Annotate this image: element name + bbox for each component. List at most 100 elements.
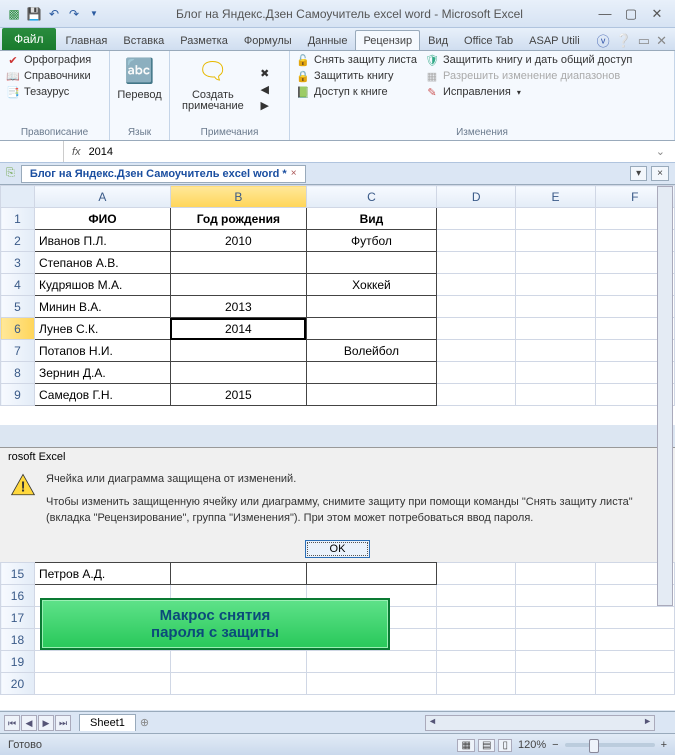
zoom-value[interactable]: 120% xyxy=(518,739,546,751)
vertical-scrollbar[interactable] xyxy=(657,186,673,606)
cell[interactable] xyxy=(437,362,516,384)
cell[interactable] xyxy=(306,384,436,406)
minimize-icon[interactable]: — xyxy=(597,6,613,22)
cell[interactable] xyxy=(437,629,516,651)
cell[interactable]: 2014 xyxy=(170,318,306,340)
tab-officetab[interactable]: Office Tab xyxy=(456,30,521,50)
share-workbook-button[interactable]: 📗Доступ к книге xyxy=(296,85,417,99)
row-header[interactable]: 19 xyxy=(1,651,35,673)
ribbon-min-icon[interactable]: ⓥ xyxy=(597,31,610,50)
cell[interactable] xyxy=(595,673,674,695)
doc-strip-close-icon[interactable]: × xyxy=(651,166,669,181)
thesaurus-button[interactable]: 📑Тезаурус xyxy=(6,85,103,99)
doc-tab-close-icon[interactable]: × xyxy=(291,168,297,179)
cell[interactable] xyxy=(516,629,595,651)
cell[interactable]: 2010 xyxy=(170,230,306,252)
doc-tab-nav-icon[interactable]: ⎘ xyxy=(6,167,15,180)
cell[interactable] xyxy=(516,585,595,607)
tab-formulas[interactable]: Формулы xyxy=(236,30,300,50)
cell[interactable]: Зернин Д.А. xyxy=(34,362,170,384)
cell[interactable] xyxy=(170,563,306,585)
cell[interactable] xyxy=(170,362,306,384)
doc-strip-menu-icon[interactable]: ▾ xyxy=(630,166,647,181)
cell[interactable] xyxy=(306,362,436,384)
horizontal-scrollbar[interactable] xyxy=(425,715,655,731)
cell[interactable] xyxy=(437,252,516,274)
cell[interactable] xyxy=(595,651,674,673)
cell[interactable] xyxy=(437,384,516,406)
formula-expand-icon[interactable]: ⌄ xyxy=(650,145,671,158)
row-header[interactable]: 2 xyxy=(1,230,35,252)
column-header[interactable]: E xyxy=(516,186,595,208)
redo-icon[interactable]: ↷ xyxy=(66,6,82,22)
cell[interactable] xyxy=(437,651,516,673)
row-header[interactable]: 9 xyxy=(1,384,35,406)
cell[interactable] xyxy=(516,563,595,585)
sheet-nav-first-icon[interactable]: ⏮ xyxy=(4,715,20,731)
cell[interactable] xyxy=(516,651,595,673)
translate-button[interactable]: 🔤 Перевод xyxy=(116,53,163,103)
sheet-tab[interactable]: Sheet1 xyxy=(79,714,136,731)
cell[interactable]: Самедов Г.Н. xyxy=(34,384,170,406)
cell[interactable] xyxy=(516,296,595,318)
cell[interactable] xyxy=(437,563,516,585)
cell[interactable]: Волейбол xyxy=(306,340,436,362)
cell[interactable] xyxy=(306,563,436,585)
protect-workbook-button[interactable]: 🔒Защитить книгу xyxy=(296,69,417,83)
cell[interactable] xyxy=(437,274,516,296)
cell[interactable] xyxy=(516,274,595,296)
row-header[interactable]: 3 xyxy=(1,252,35,274)
cell[interactable] xyxy=(306,296,436,318)
row-header[interactable]: 5 xyxy=(1,296,35,318)
cell[interactable]: Иванов П.Л. xyxy=(34,230,170,252)
macro-shape[interactable]: Макрос снятия пароля с защиты xyxy=(40,598,390,650)
cell[interactable]: Кудряшов М.А. xyxy=(34,274,170,296)
sheet-nav-prev-icon[interactable]: ◀ xyxy=(21,715,37,731)
cell[interactable] xyxy=(437,318,516,340)
fx-icon[interactable]: fx xyxy=(64,146,89,158)
ok-button[interactable]: OK xyxy=(305,540,371,558)
row-header[interactable]: 15 xyxy=(1,563,35,585)
cell[interactable]: Потапов Н.И. xyxy=(34,340,170,362)
spreadsheet-grid-lower[interactable]: 15Петров А.Д.1617181920 Макрос снятия па… xyxy=(0,562,675,710)
row-header[interactable]: 6 xyxy=(1,318,35,340)
cell[interactable] xyxy=(516,384,595,406)
cell[interactable] xyxy=(516,673,595,695)
select-all-corner[interactable] xyxy=(1,186,35,208)
track-changes-button[interactable]: ✎Исправления▾ xyxy=(425,85,632,99)
new-sheet-icon[interactable]: ⊕ xyxy=(140,716,149,729)
column-header[interactable]: A xyxy=(34,186,170,208)
zoom-slider[interactable] xyxy=(565,743,655,747)
cell[interactable] xyxy=(170,252,306,274)
name-box[interactable] xyxy=(4,141,64,162)
cell[interactable] xyxy=(34,673,170,695)
cell[interactable] xyxy=(516,340,595,362)
cell[interactable] xyxy=(437,607,516,629)
row-header[interactable]: 17 xyxy=(1,607,35,629)
maximize-icon[interactable]: ▢ xyxy=(623,6,639,22)
cell[interactable] xyxy=(516,208,595,230)
view-layout-icon[interactable]: ▤ xyxy=(478,739,495,752)
tab-asap[interactable]: ASAP Utili xyxy=(521,30,588,50)
document-tab[interactable]: Блог на Яндекс.Дзен Самоучитель excel wo… xyxy=(21,165,306,183)
protect-share-button[interactable]: 🛡Защитить книгу и дать общий доступ xyxy=(425,53,632,67)
cell[interactable] xyxy=(437,673,516,695)
row-header[interactable]: 16 xyxy=(1,585,35,607)
save-icon[interactable]: 💾 xyxy=(26,6,42,22)
column-header[interactable]: C xyxy=(306,186,436,208)
row-header[interactable]: 4 xyxy=(1,274,35,296)
row-header[interactable]: 20 xyxy=(1,673,35,695)
row-header[interactable]: 18 xyxy=(1,629,35,651)
cell[interactable] xyxy=(437,585,516,607)
cell[interactable]: Вид xyxy=(306,208,436,230)
tab-file[interactable]: Файл xyxy=(2,28,56,50)
row-header[interactable]: 1 xyxy=(1,208,35,230)
tab-review[interactable]: Рецензир xyxy=(355,30,420,50)
column-header[interactable]: D xyxy=(437,186,516,208)
zoom-out-icon[interactable]: − xyxy=(552,739,558,751)
spreadsheet-grid[interactable]: ABCDEF1ФИОГод рожденияВид2Иванов П.Л.201… xyxy=(0,185,675,425)
new-comment-button[interactable]: 🗨 Создать примечание xyxy=(176,53,250,126)
row-header[interactable]: 7 xyxy=(1,340,35,362)
zoom-in-icon[interactable]: + xyxy=(661,739,667,751)
cell[interactable]: Футбол xyxy=(306,230,436,252)
